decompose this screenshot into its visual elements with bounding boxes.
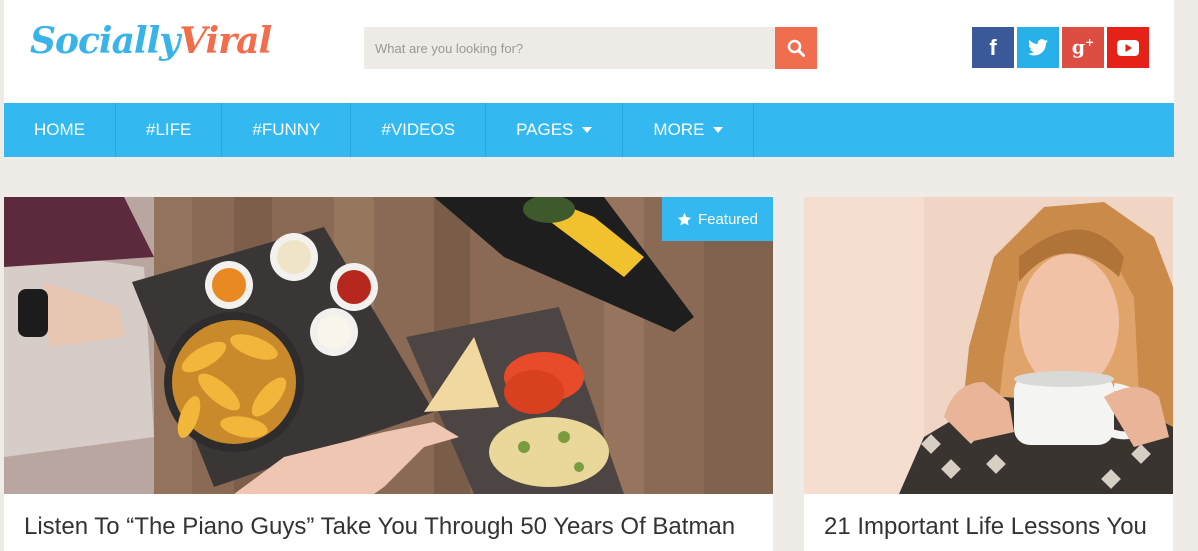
twitter-button[interactable] [1017,27,1059,68]
featured-post-card[interactable]: Featured Listen To “The Piano Guys” Take… [4,197,773,551]
nav-label: #FUNNY [252,120,321,139]
nav-item-videos[interactable]: #VIDEOS [351,103,487,157]
search-input[interactable] [364,27,774,69]
nav-label: PAGES [516,120,574,139]
post-card[interactable]: 21 Important Life Lessons You [804,197,1173,551]
main-nav: HOME #LIFE #FUNNY #VIDEOS PAGES MORE [4,103,1174,157]
twitter-icon [1028,39,1048,56]
logo-part-socially: Socially [30,20,180,62]
facebook-icon: f [989,34,997,60]
nav-item-life[interactable]: #LIFE [116,103,223,157]
facebook-button[interactable]: f [972,27,1014,68]
nav-label: HOME [34,120,85,139]
nav-item-funny[interactable]: #FUNNY [222,103,352,157]
post-thumbnail[interactable] [804,197,1173,494]
site-header: SociallyViral f g+ [4,0,1174,103]
site-logo[interactable]: SociallyViral [30,20,272,62]
post-thumbnail[interactable] [4,197,773,494]
search-button[interactable] [775,27,817,69]
post-title[interactable]: 21 Important Life Lessons You [824,513,1147,541]
caret-down-icon [713,127,724,133]
google-plus-button[interactable]: g+ [1062,27,1104,68]
nav-label: MORE [653,120,705,139]
nav-label: #VIDEOS [381,120,456,139]
caret-down-icon [582,127,593,133]
nav-item-more[interactable]: MORE [623,103,755,157]
star-icon [677,212,692,225]
nav-item-pages[interactable]: PAGES [486,103,624,157]
badge-label: Featured [697,210,758,228]
featured-badge: Featured [661,197,773,241]
search-bar [364,27,817,69]
search-icon [787,39,805,57]
youtube-button[interactable] [1107,27,1149,68]
google-plus-icon: g+ [1071,36,1095,59]
nav-item-home[interactable]: HOME [4,103,116,157]
nav-label: #LIFE [146,120,192,139]
youtube-icon [1117,39,1139,56]
post-title[interactable]: Listen To “The Piano Guys” Take You Thro… [24,513,735,541]
logo-part-viral: Viral [179,20,272,62]
